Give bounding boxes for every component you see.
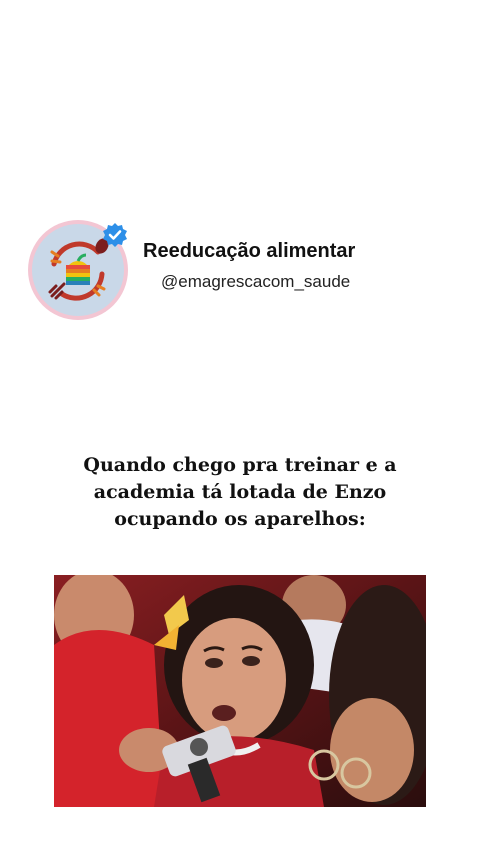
post-caption: Quando chego pra treinar e a academia tá…	[40, 452, 440, 533]
verified-badge-icon	[102, 222, 128, 248]
caption-line: academia tá lotada de Enzo	[93, 481, 387, 503]
profile-name[interactable]: Reeducação alimentar	[143, 240, 355, 263]
profile-handle[interactable]: @emagrescacom_saude	[161, 272, 350, 292]
profile-header: Reeducação alimentar @emagrescacom_saude	[28, 220, 448, 320]
caption-line: Quando chego pra treinar e a	[83, 454, 397, 476]
post-image[interactable]	[54, 575, 426, 807]
caption-line: ocupando os aparelhos:	[114, 508, 366, 530]
